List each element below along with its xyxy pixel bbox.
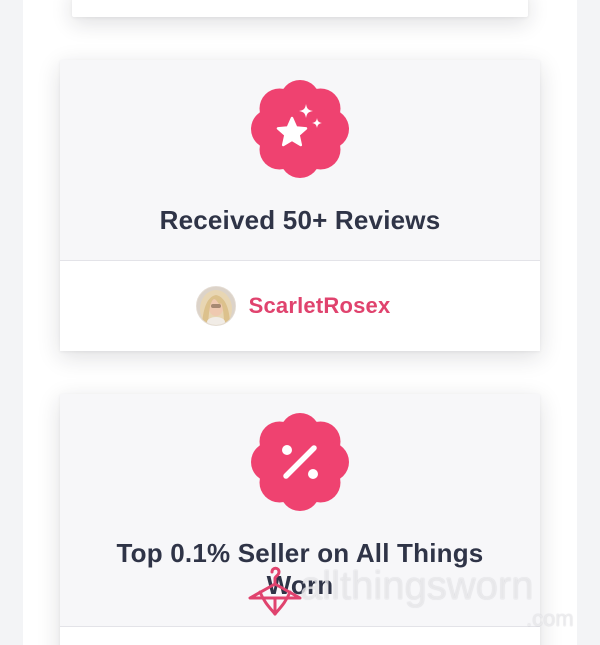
page: Received 50+ Reviews ScarletRosex Top 0.… (0, 0, 600, 645)
badge-card-title: Received 50+ Reviews (159, 205, 441, 235)
user-row[interactable]: ScarletRosex (60, 261, 540, 351)
badge-card-header: Received 50+ Reviews (60, 60, 540, 261)
badge-card-reviews: Received 50+ Reviews ScarletRosex (60, 60, 540, 351)
percent-icon (250, 412, 350, 512)
avatar[interactable] (195, 286, 236, 326)
watermark-suffix: .com (526, 606, 574, 631)
hanger-icon (246, 562, 302, 618)
previous-badge-card (72, 0, 528, 17)
star-sparkle-icon (250, 79, 350, 179)
watermark-text: allthingsworn (300, 564, 534, 608)
watermark: allthingsworn .com (240, 560, 600, 640)
username-link[interactable]: ScarletRosex (249, 293, 391, 319)
